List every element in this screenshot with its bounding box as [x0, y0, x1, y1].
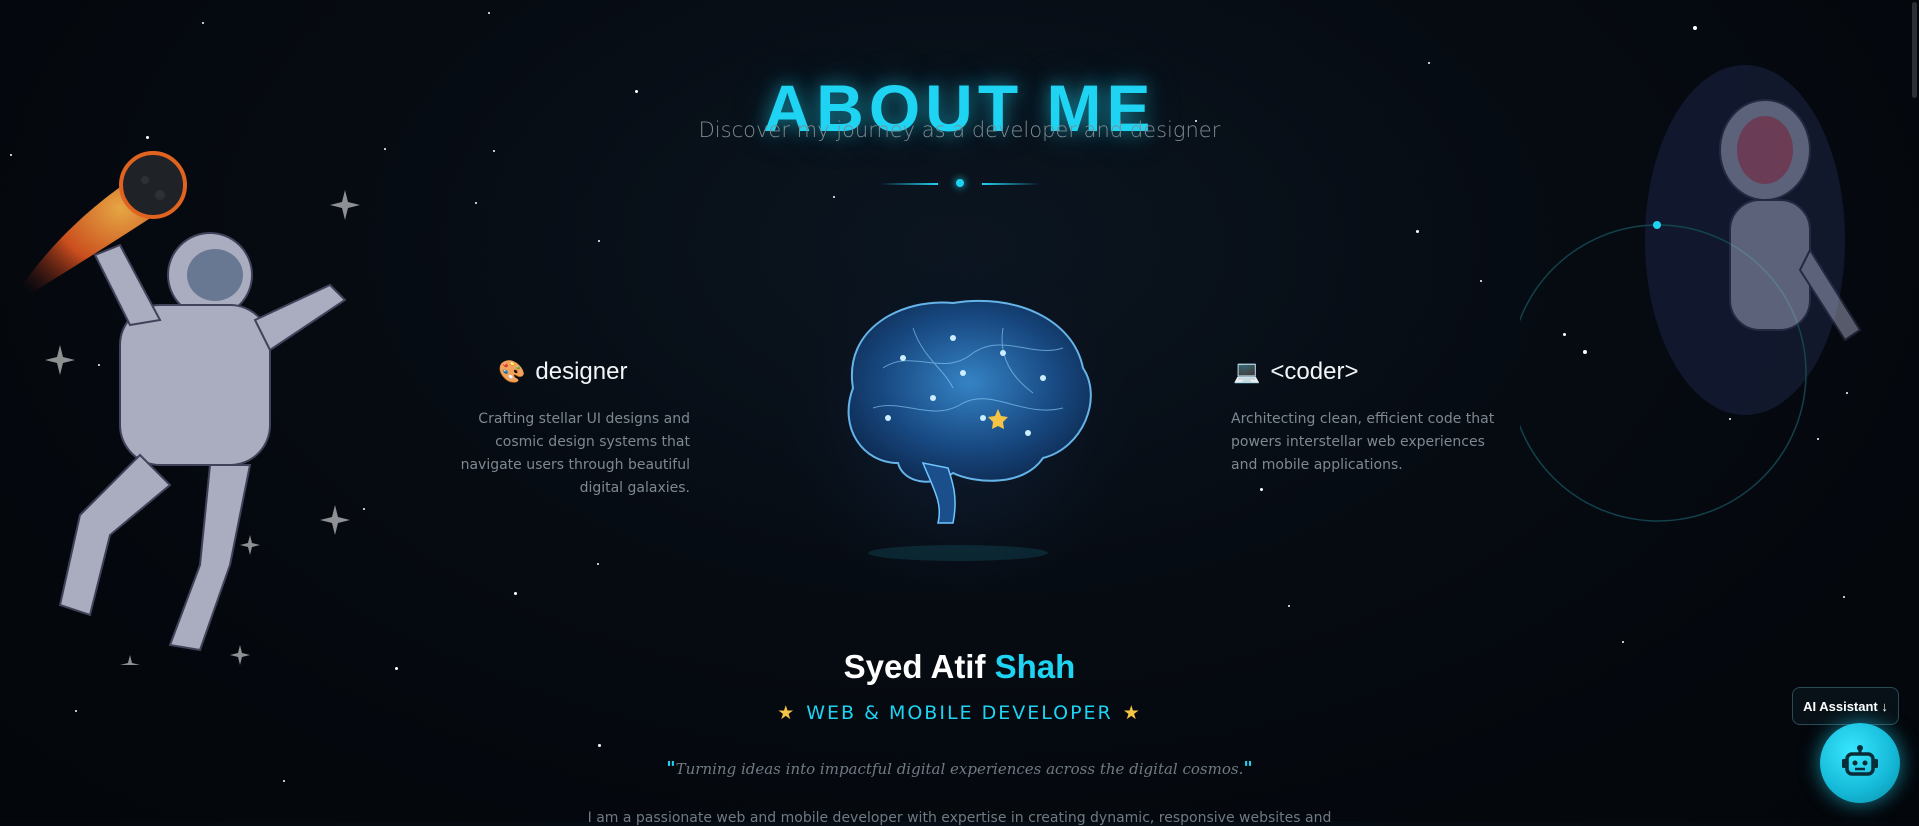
coder-title-text: <coder>	[1270, 358, 1359, 385]
star-icon: ★	[777, 702, 797, 724]
ai-assistant-button[interactable]	[1820, 723, 1900, 803]
intro-paragraph: I am a passionate web and mobile develop…	[587, 810, 1332, 826]
title-divider	[880, 179, 1040, 189]
role-text: WEB & MOBILE DEVELOPER	[806, 702, 1113, 724]
scrollbar[interactable]	[1912, 2, 1917, 98]
profile-first-name: Syed Atif	[843, 648, 986, 685]
astronaut-illustration-left	[5, 151, 360, 665]
page-subtitle: Discover my journey as a developer and d…	[698, 118, 1221, 142]
profile-last-name: Shah	[994, 648, 1076, 685]
laptop-icon: 💻	[1233, 359, 1261, 384]
coder-description: Architecting clean, efficient code that …	[1231, 411, 1495, 473]
ai-assistant-label[interactable]: AI Assistant ↓	[1792, 687, 1899, 725]
profile-name: Syed Atif Shah	[0, 648, 1919, 686]
designer-card-title: 🎨 designer	[498, 358, 627, 386]
palette-icon: 🎨	[498, 359, 526, 384]
profile-role: ★ WEB & MOBILE DEVELOPER ★	[0, 702, 1919, 724]
star-icon: ★	[1122, 702, 1142, 724]
quote-text: Turning ideas into impactful digital exp…	[675, 760, 1244, 778]
profile-quote: "Turning ideas into impactful digital ex…	[0, 758, 1919, 779]
brain-illustration	[783, 258, 1137, 588]
quote-close: "	[1243, 758, 1253, 779]
designer-title-text: designer	[535, 358, 628, 385]
robot-icon	[1842, 745, 1878, 776]
designer-description: Crafting stellar UI designs and cosmic d…	[460, 411, 690, 496]
quote-open: "	[666, 758, 676, 779]
coder-card-title: 💻 <coder>	[1233, 358, 1358, 386]
